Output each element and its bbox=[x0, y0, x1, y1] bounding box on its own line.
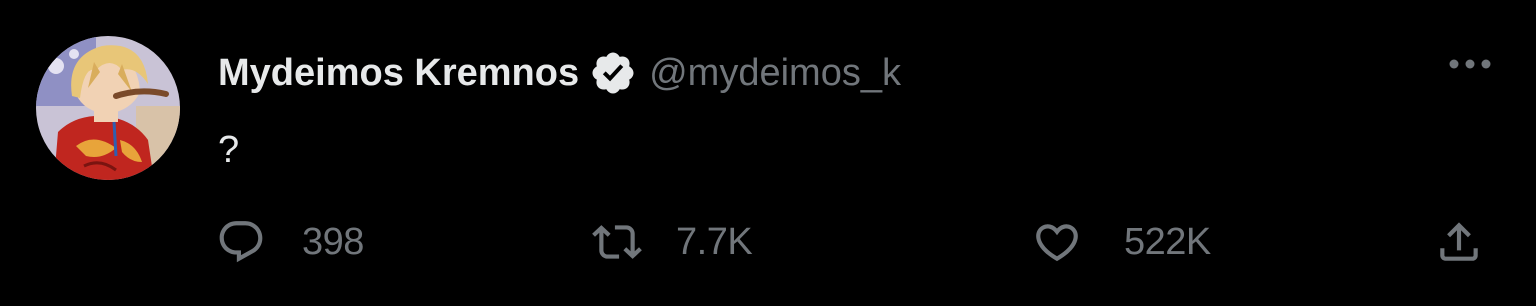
like-button[interactable]: 522K bbox=[1032, 216, 1211, 268]
retweet-count: 7.7K bbox=[676, 220, 753, 263]
retweet-icon bbox=[590, 217, 642, 267]
reply-count: 398 bbox=[302, 220, 364, 263]
share-button[interactable] bbox=[1434, 216, 1484, 268]
tweet[interactable]: Mydeimos Kremnos @mydeimos_k ? 398 7.7K … bbox=[0, 0, 1536, 306]
reply-icon bbox=[216, 217, 266, 267]
tweet-text: ? bbox=[218, 129, 240, 171]
user-avatar-icon bbox=[36, 36, 180, 180]
user-handle[interactable]: @mydeimos_k bbox=[649, 52, 901, 95]
retweet-button[interactable]: 7.7K bbox=[590, 216, 753, 268]
avatar[interactable] bbox=[36, 36, 180, 180]
reply-button[interactable]: 398 bbox=[216, 216, 364, 268]
verified-badge-icon bbox=[589, 49, 637, 97]
share-icon bbox=[1434, 217, 1484, 267]
more-horizontal-icon bbox=[1449, 59, 1491, 69]
more-options-button[interactable] bbox=[1442, 48, 1498, 80]
display-name[interactable]: Mydeimos Kremnos bbox=[218, 52, 579, 95]
heart-icon bbox=[1032, 217, 1082, 267]
like-count: 522K bbox=[1124, 220, 1211, 263]
tweet-header: Mydeimos Kremnos @mydeimos_k bbox=[218, 50, 901, 96]
